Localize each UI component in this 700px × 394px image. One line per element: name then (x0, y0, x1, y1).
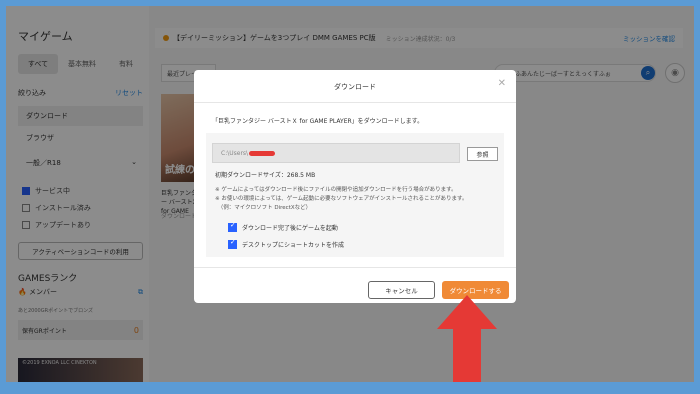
app-window: マイゲーム すべて 基本無料 有料 絞り込み リセット ダウンロード ブラウザ … (6, 6, 694, 382)
option-label: デスクトップにショートカットを作成 (242, 242, 345, 249)
option-launch-after-download[interactable]: ダウンロード完了後にゲームを起動 (228, 223, 338, 232)
path-value: C:\Users\ (221, 149, 249, 157)
divider (194, 102, 516, 103)
checkbox-icon[interactable] (228, 240, 237, 249)
note-line: ※ ゲームによってはダウンロード後にファイルの開閉や追加ダウンロードを行う場合が… (215, 187, 457, 193)
checkbox-icon[interactable] (228, 223, 237, 232)
note-line: ※ お使いの環境によっては、ゲーム起動に必要なソフトウェアがインストールされるこ… (215, 196, 468, 202)
dialog-description: 「巨乳ファンタジー バーストＸ for GAME PLAYER」をダウンロードし… (212, 118, 424, 125)
dialog-title: ダウンロード (334, 83, 376, 91)
close-icon[interactable]: ✕ (498, 78, 506, 89)
divider (194, 267, 516, 268)
install-path-input[interactable]: C:\Users\ (212, 143, 460, 163)
cancel-button[interactable]: キャンセル (368, 281, 435, 299)
browse-button[interactable]: 参照 (467, 147, 498, 161)
download-dialog: ダウンロード ✕ 「巨乳ファンタジー バーストＸ for GAME PLAYER… (194, 70, 516, 303)
arrow-up-icon (437, 295, 497, 382)
redaction-mark (249, 150, 276, 156)
note-line: （例：マイクロソフト DirectXなど） (215, 205, 312, 211)
option-label: ダウンロード完了後にゲームを起動 (242, 225, 338, 232)
download-size: 初期ダウンロードサイズ：268.5 MB (215, 172, 316, 179)
bottom-bar (0, 382, 700, 394)
option-desktop-shortcut[interactable]: デスクトップにショートカットを作成 (228, 240, 344, 249)
